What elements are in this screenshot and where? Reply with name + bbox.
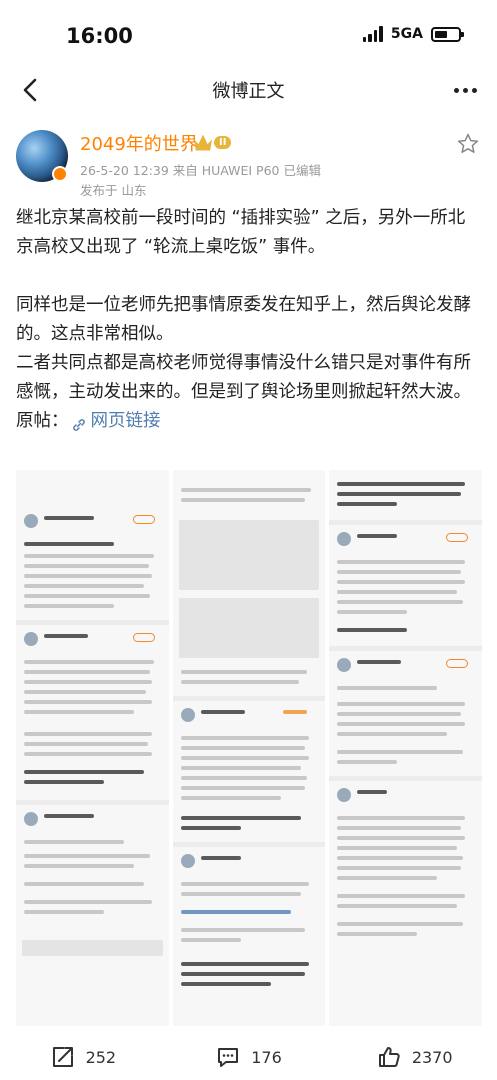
source-link[interactable]: 网页链接 [91,407,161,436]
status-icons: 5GA [362,26,464,42]
star-icon[interactable] [456,132,482,158]
nav-bar: 微博正文 [0,66,497,114]
link-icon [71,414,87,431]
comment-count: 176 [251,1047,282,1067]
post-body: 继北京某高校前一段时间的 “插排实验” 之后，另外一所北京高校又出现了 “轮流上… [16,204,482,436]
link-prefix: 原帖： [16,411,69,431]
battery-icon [431,26,464,42]
post-image-2[interactable] [172,470,326,1026]
post-meta: 26-5-20 12:39 来自 HUAWEI P60 已编辑 [80,163,321,178]
like-button[interactable]: 2370 [331,1034,497,1080]
crown-icon [194,134,212,151]
post-location: 发布于 山东 [80,183,147,198]
page-title: 微博正文 [212,81,285,102]
post-paragraph-3: 二者共同点都是高校老师觉得事情没什么错只是对事件有所感慨，主动发出来的。但是到了… [16,353,471,402]
signal-icon [362,26,383,42]
source-link-line: 原帖： 网页链接 [16,407,482,436]
author-header: 2049年的世界 II 26-5-20 12:39 来自 HUAWEI P60 … [16,126,486,198]
like-icon [378,1047,400,1067]
status-bar: 16:00 5GA [0,0,497,70]
post-paragraph-1: 继北京某高校前一段时间的 “插排实验” 之后，另外一所北京高校又出现了 “轮流上… [16,208,466,257]
repost-count: 252 [85,1047,117,1067]
status-time: 16:00 [66,24,133,48]
post-images [16,470,483,1026]
like-count: 2370 [411,1047,453,1067]
repost-icon [52,1047,73,1067]
more-dots-icon[interactable] [445,70,485,110]
post-image-1[interactable] [16,470,169,1026]
verified-badge-icon [52,166,68,182]
post-image-3[interactable] [329,470,483,1026]
level-label: II [214,136,232,149]
comment-icon [218,1048,239,1067]
network-label: 5GA [390,26,423,42]
vip-level-badge[interactable]: II [194,134,232,151]
action-bar: 252 176 2370 [0,1034,497,1080]
comment-button[interactable]: 176 [166,1034,332,1080]
repost-button[interactable]: 252 [0,1034,166,1080]
author-name[interactable]: 2049年的世界 [80,130,198,156]
post-paragraph-2: 同样也是一位老师先把事情原委发在知乎上，然后舆论发酵的。这点非常相似。 [16,295,471,344]
